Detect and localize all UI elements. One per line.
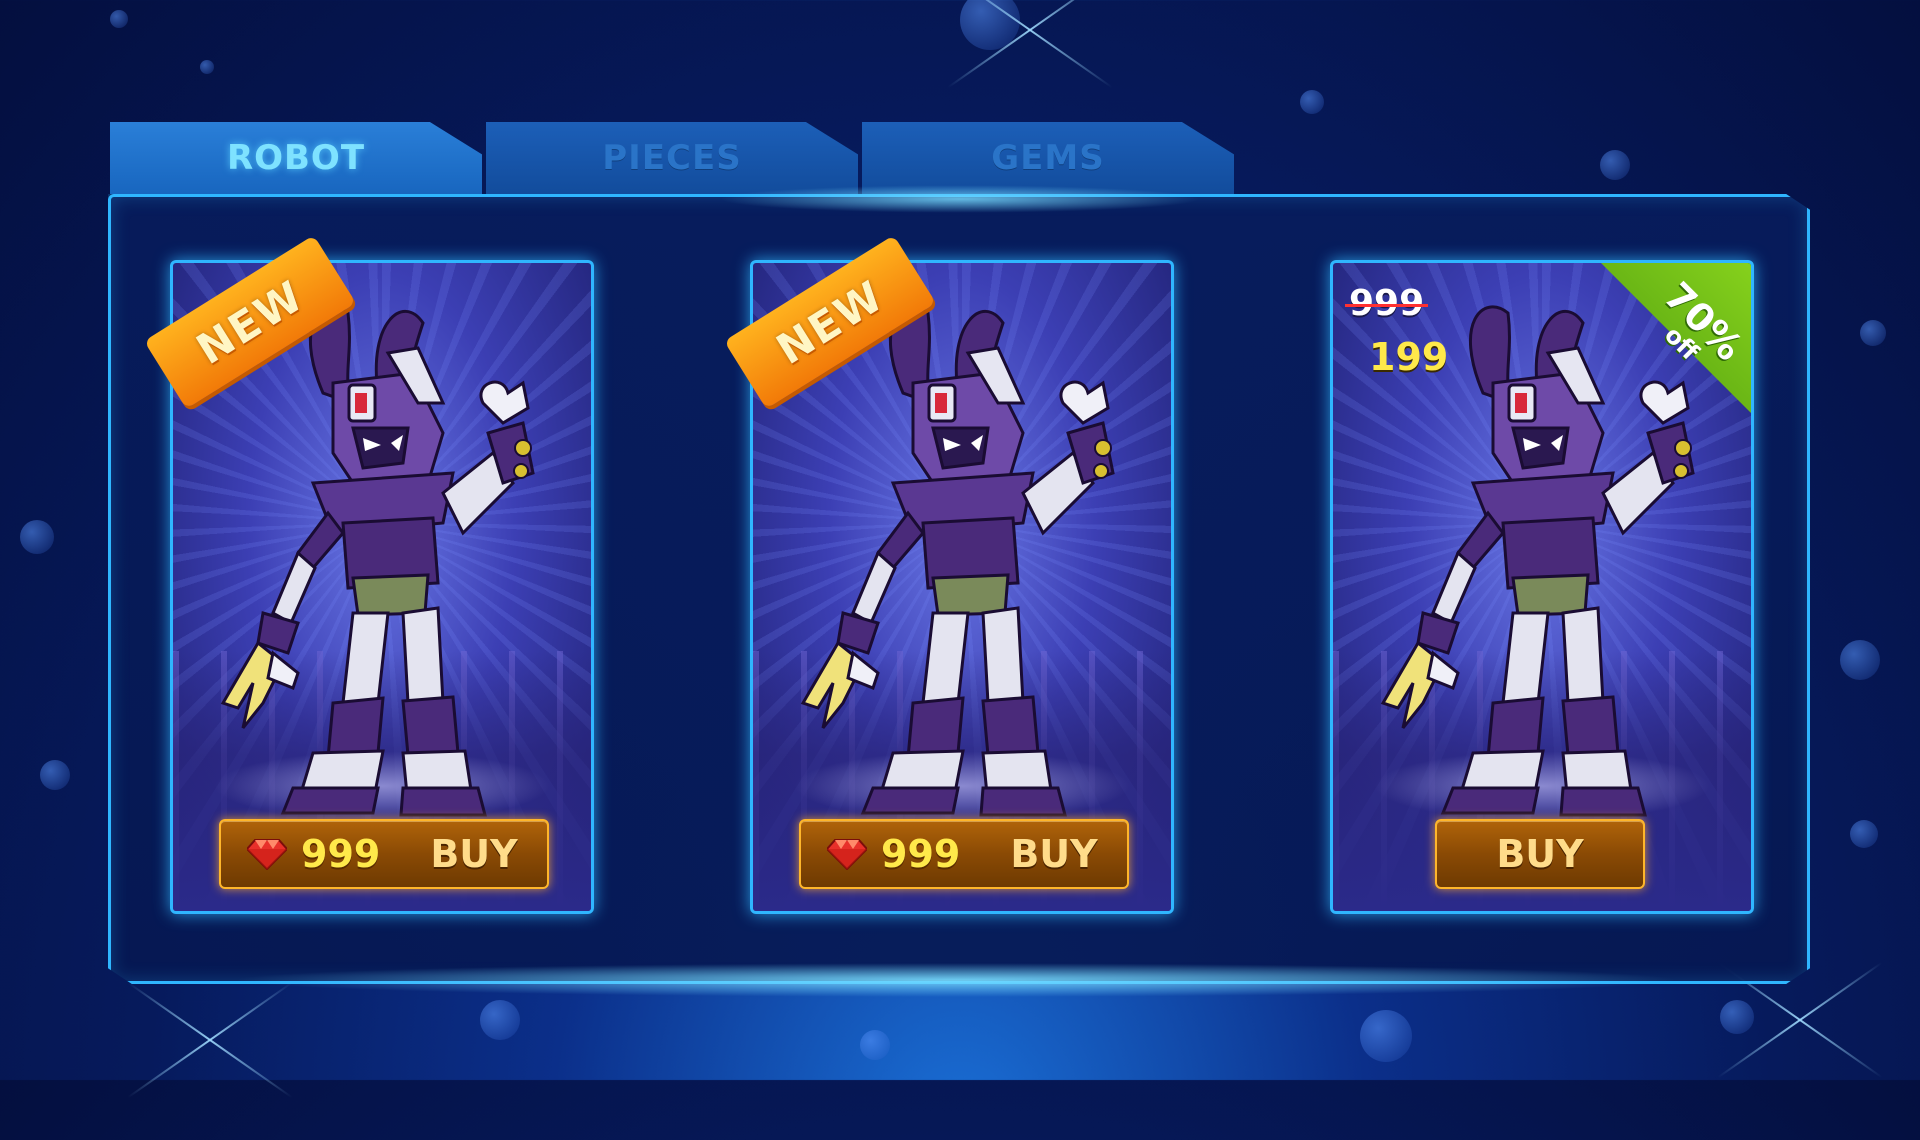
sale-price: 199 (1369, 335, 1449, 379)
price-label: 999 (301, 832, 381, 876)
bubble (1860, 320, 1886, 346)
tab-robot-label: ROBOT (226, 138, 366, 178)
bubble (1360, 1010, 1412, 1062)
buy-label: BUY (1010, 832, 1098, 876)
bubble (1300, 90, 1324, 114)
star-flare (930, 0, 1130, 130)
bubble (110, 10, 128, 28)
panel-top-glow (700, 184, 1220, 214)
buy-button[interactable]: 999 BUY (799, 819, 1129, 889)
price-label: 999 (881, 832, 961, 876)
product-card-3[interactable]: 999 199 70% off BUY (1330, 260, 1754, 914)
tab-pieces-label: PIECES (602, 138, 742, 178)
bubble (40, 760, 70, 790)
bubble (480, 1000, 520, 1040)
gem-icon (827, 839, 867, 870)
tab-gems-label: GEMS (991, 138, 1105, 178)
bubble (1840, 640, 1880, 680)
bubble (200, 60, 214, 74)
original-price: 999 (1344, 283, 1429, 324)
gem-icon (247, 839, 287, 870)
buy-label: BUY (430, 832, 518, 876)
bubble (1600, 150, 1630, 180)
bubble (1850, 820, 1878, 848)
buy-label: BUY (1496, 832, 1584, 876)
buy-button[interactable]: 999 BUY (219, 819, 549, 889)
tab-robot[interactable]: ROBOT (110, 122, 482, 194)
buy-button[interactable]: BUY (1435, 819, 1645, 889)
bubble (20, 520, 54, 554)
bubble (860, 1030, 890, 1060)
